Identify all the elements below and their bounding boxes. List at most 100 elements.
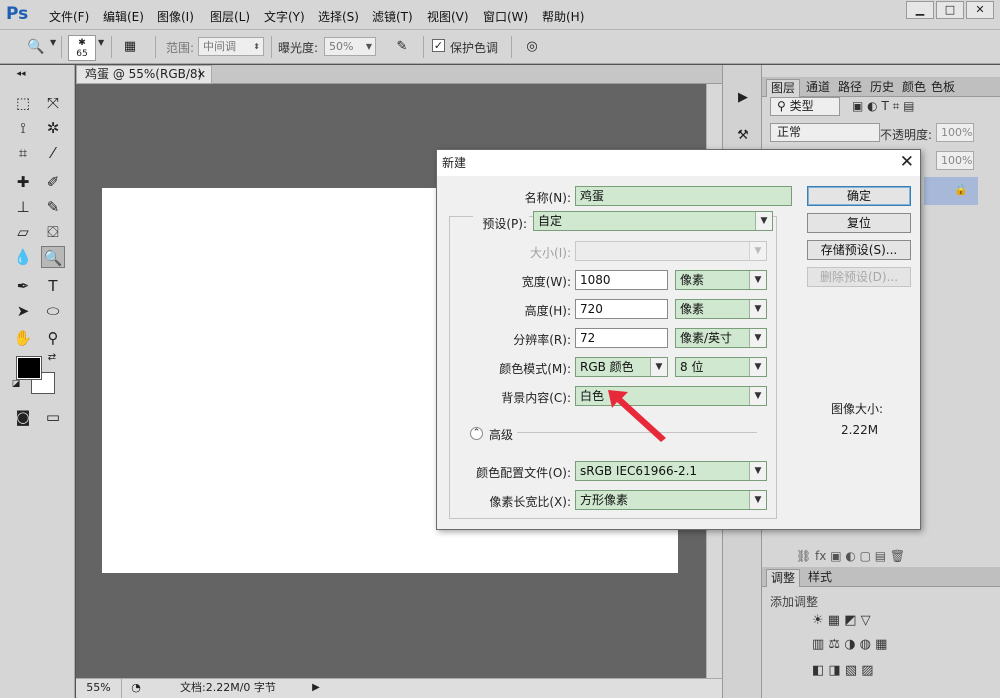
adjustment-icons-row1[interactable]: ☀ ▦ ◩ ▽	[812, 613, 871, 628]
color-profile-select[interactable]: sRGB IEC61966-2.1 ▼	[575, 461, 767, 481]
chevron-down-icon[interactable]: ▼	[50, 38, 56, 47]
resolution-input[interactable]: 72	[575, 328, 668, 348]
height-unit-select[interactable]: 像素 ▼	[675, 299, 767, 319]
brush-size-picker[interactable]: ✱ 65	[68, 35, 96, 61]
arrow-shape	[608, 390, 666, 442]
menu-edit[interactable]: 编辑(E)	[103, 8, 144, 25]
quick-mask-icon[interactable]: ◙	[11, 406, 35, 428]
foreground-color-swatch[interactable]	[16, 356, 42, 380]
tab-history[interactable]: 历史	[866, 79, 898, 97]
close-icon[interactable]: ✕	[900, 153, 914, 171]
menu-help[interactable]: 帮助(H)	[542, 8, 584, 25]
adjustment-icons-row2[interactable]: ▥ ⚖ ◑ ◍ ▦	[812, 637, 887, 652]
width-input[interactable]: 1080	[575, 270, 668, 290]
screen-mode-icon[interactable]: ▭	[41, 406, 65, 428]
magic-wand-tool-icon[interactable]: ✲	[41, 117, 65, 139]
menu-select[interactable]: 选择(S)	[318, 8, 359, 25]
hand-tool-icon[interactable]: ✋	[11, 327, 35, 349]
resolution-unit-select[interactable]: 像素/英寸 ▼	[675, 328, 767, 348]
minimize-icon[interactable]: ▁	[906, 1, 934, 19]
dialog-title: 新建	[442, 156, 467, 170]
pixel-aspect-select[interactable]: 方形像素 ▼	[575, 490, 767, 510]
healing-brush-tool-icon[interactable]: ✚	[11, 171, 35, 193]
divider	[423, 36, 424, 58]
close-icon[interactable]: ✕	[966, 1, 994, 19]
brush-tool-icon[interactable]: ✐	[41, 171, 65, 193]
name-field[interactable]: 鸡蛋	[575, 186, 792, 206]
paint-bucket-tool-icon[interactable]: ⛋	[41, 221, 65, 243]
lasso-tool-icon[interactable]: ⟟	[11, 117, 35, 139]
dodge-tool-icon[interactable]: 🔍	[41, 246, 65, 268]
clone-stamp-tool-icon[interactable]: ⊥	[11, 196, 35, 218]
exposure-select[interactable]: 50% ▼	[324, 37, 376, 56]
height-input[interactable]: 720	[575, 299, 668, 319]
airbrush-icon[interactable]: ✎	[390, 36, 414, 58]
tab-layers[interactable]: 图层	[766, 79, 801, 97]
chevron-down-icon: ▼	[749, 329, 766, 347]
save-preset-button[interactable]: 存储预设(S)...	[807, 240, 911, 260]
status-options-icon[interactable]: ◔	[128, 679, 144, 697]
dodge-tool-preset-icon[interactable]: 🔍	[24, 36, 48, 58]
maximize-icon[interactable]: □	[936, 1, 964, 19]
document-tab[interactable]: 鸡蛋 @ 55%(RGB/8) ✕	[76, 65, 212, 84]
filter-icons[interactable]: ▣ ◐ T ⌗ ▤	[852, 99, 915, 114]
menu-file[interactable]: 文件(F)	[49, 8, 89, 25]
exposure-value: 50%	[329, 40, 354, 53]
layer-kind-filter[interactable]: ⚲ 类型	[770, 97, 840, 116]
close-tab-icon[interactable]: ✕	[197, 66, 206, 83]
pen-tool-icon[interactable]: ✒	[11, 275, 35, 297]
tab-paths[interactable]: 路径	[834, 79, 866, 97]
range-select[interactable]: 中间调 ⬍	[198, 37, 264, 56]
preset-select[interactable]: 自定 ▼	[533, 211, 773, 231]
ellipse-tool-icon[interactable]: ⬭	[41, 300, 65, 322]
ok-button[interactable]: 确定	[807, 186, 911, 206]
fill-field[interactable]: 100%	[936, 151, 974, 170]
menu-filter[interactable]: 滤镜(T)	[372, 8, 413, 25]
protect-tones-checkbox[interactable]: ✓	[432, 39, 445, 52]
tab-adjustments[interactable]: 调整	[766, 569, 801, 587]
eraser-tool-icon[interactable]: ▱	[11, 221, 35, 243]
default-colors-icon[interactable]: ◪	[10, 378, 22, 390]
collapse-advanced-icon[interactable]: ⌃	[470, 427, 483, 440]
menu-layer[interactable]: 图层(L)	[210, 8, 250, 25]
zoom-level[interactable]: 55%	[76, 679, 122, 698]
adjustment-icons-row3[interactable]: ◧ ◨ ▧ ▨	[812, 663, 874, 678]
chevron-down-icon: ▼	[749, 387, 766, 405]
blend-mode-select[interactable]: 正常	[770, 123, 880, 142]
type-tool-icon[interactable]: T	[41, 275, 65, 297]
menu-type[interactable]: 文字(Y)	[264, 8, 305, 25]
history-brush-tool-icon[interactable]: ✎	[41, 196, 65, 218]
tool-presets-icon[interactable]: ⚒	[731, 125, 755, 147]
width-unit-select[interactable]: 像素 ▼	[675, 270, 767, 290]
tab-channels[interactable]: 通道	[802, 79, 834, 97]
path-selection-tool-icon[interactable]: ➤	[11, 300, 35, 322]
tab-swatches[interactable]: 色板	[927, 79, 959, 97]
crop-tool-icon[interactable]: ⌗	[11, 142, 35, 164]
tab-color[interactable]: 颜色	[898, 79, 930, 97]
brush-panel-icon[interactable]: ▦	[118, 36, 142, 58]
pressure-icon[interactable]: ◎	[520, 36, 544, 58]
eyedropper-tool-icon[interactable]: ⁄	[41, 142, 65, 164]
marquee-tool-icon[interactable]: ⬚	[11, 92, 35, 114]
swap-colors-icon[interactable]: ⇄	[46, 352, 58, 364]
chevron-down-icon: ▼	[749, 462, 766, 480]
reset-button[interactable]: 复位	[807, 213, 911, 233]
zoom-tool-icon[interactable]: ⚲	[41, 327, 65, 349]
color-mode-select[interactable]: RGB 颜色 ▼	[575, 357, 668, 377]
chevron-down-icon[interactable]: ▼	[98, 38, 104, 47]
opacity-field[interactable]: 100%	[936, 123, 974, 142]
add-adjustment-label: 添加调整	[770, 595, 819, 609]
divider	[511, 36, 512, 58]
move-tool-icon[interactable]: ⤧	[41, 92, 65, 114]
collapse-icon[interactable]: ◂◂	[9, 68, 33, 80]
play-icon[interactable]: ▶	[310, 679, 322, 697]
blur-tool-icon[interactable]: 💧	[11, 246, 35, 268]
tab-styles[interactable]: 样式	[804, 569, 836, 587]
layer-footer-icons[interactable]: ⛓ fx ▣ ◐ ▢ ▤ 🗑	[796, 549, 905, 563]
bit-depth-select[interactable]: 8 位 ▼	[675, 357, 767, 377]
menu-view[interactable]: 视图(V)	[427, 8, 469, 25]
menu-window[interactable]: 窗口(W)	[483, 8, 528, 25]
play-actions-icon[interactable]: ▶	[731, 87, 755, 109]
background-layer-row[interactable]: 🔒	[924, 177, 978, 205]
menu-image[interactable]: 图像(I)	[157, 8, 194, 25]
